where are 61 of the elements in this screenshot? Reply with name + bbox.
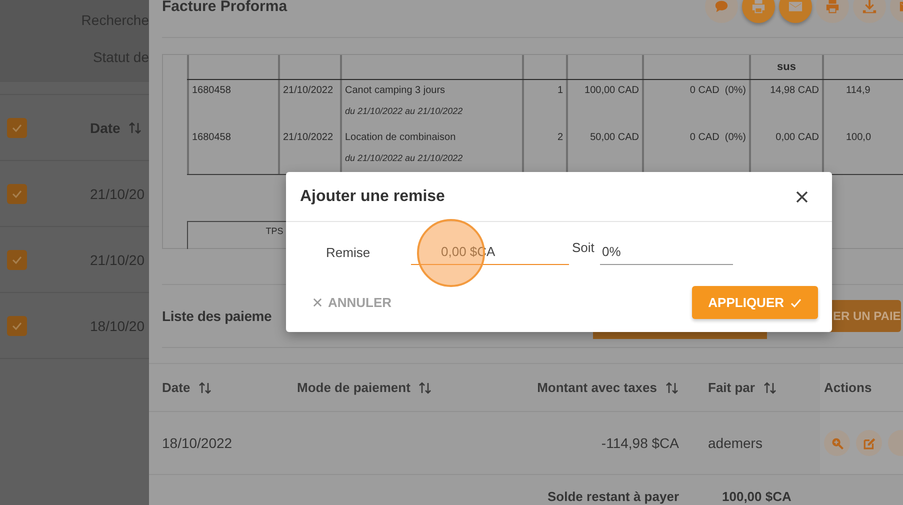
- table-cell: Canot camping 3 jours: [345, 85, 446, 96]
- column-header[interactable]: Fait par: [708, 380, 755, 395]
- close-icon: [313, 298, 322, 307]
- zoom-in-icon: [830, 436, 844, 450]
- period-text: du 21/10/2022 au 21/10/2022: [345, 153, 463, 163]
- check-icon: [11, 188, 23, 200]
- column-header: sus: [777, 61, 796, 73]
- table-cell: 114,9: [846, 85, 870, 96]
- check-icon: [11, 122, 23, 134]
- column-header: Actions: [824, 380, 872, 395]
- cancel-button[interactable]: ANNULER: [313, 295, 392, 310]
- sort-icon[interactable]: [762, 380, 777, 394]
- table-cell: 21/10/2022: [283, 85, 334, 96]
- table-cell: 1680458: [192, 85, 231, 96]
- sort-icon[interactable]: [198, 380, 212, 394]
- checkbox[interactable]: [7, 184, 27, 204]
- table-cell: 2: [557, 132, 563, 143]
- dialog-title: Ajouter une remise: [300, 188, 445, 206]
- table-cell: 0 CAD (0%): [690, 132, 746, 143]
- check-icon: [11, 320, 23, 332]
- column-header[interactable]: Montant avec taxes: [537, 380, 657, 395]
- edit-button[interactable]: [856, 430, 882, 456]
- table-cell: 100,0: [846, 132, 872, 143]
- table-cell: 100,00 CAD: [584, 85, 639, 96]
- field-label: Soit: [572, 240, 596, 254]
- table-cell: 14,98 CAD: [770, 85, 819, 96]
- balance-value: 100,00 $CA: [722, 489, 792, 504]
- checkbox[interactable]: [7, 118, 27, 138]
- checkbox[interactable]: [7, 316, 27, 336]
- balance-label: Solde restant à payer: [548, 489, 679, 504]
- period-text: du 21/10/2022 au 21/10/2022: [345, 106, 463, 116]
- table-cell: ademers: [708, 435, 762, 451]
- apply-button[interactable]: APPLIQUER: [692, 286, 818, 319]
- column-header[interactable]: Date: [162, 380, 190, 395]
- panel-title: Facture Proforma: [162, 0, 288, 14]
- table-cell: 0 CAD (0%): [690, 85, 746, 96]
- section-title: Liste des paieme: [162, 308, 272, 324]
- check-icon: [11, 254, 23, 266]
- download-icon: [862, 0, 877, 14]
- zoom-in-button[interactable]: [824, 430, 850, 456]
- sort-icon[interactable]: [665, 380, 679, 394]
- table-cell: 50,00 CAD: [590, 132, 639, 143]
- table-cell: 1: [557, 85, 563, 96]
- edit-icon: [862, 436, 876, 450]
- table-cell: -114,98 $CA: [601, 435, 679, 451]
- envelope-icon: [788, 0, 803, 14]
- table-cell: 18/10/2022: [162, 435, 232, 451]
- table-cell: 21/10/2022: [283, 132, 334, 143]
- input-field[interactable]: 0%: [600, 240, 733, 264]
- table-cell: 1680458: [192, 132, 231, 143]
- check-icon: [790, 296, 802, 308]
- printer-icon: [751, 0, 766, 14]
- checkbox[interactable]: [7, 250, 27, 270]
- table-cell: 0,00 CAD: [776, 132, 819, 143]
- column-header[interactable]: Mode de paiement: [297, 380, 410, 395]
- close-icon[interactable]: [796, 190, 808, 202]
- sort-icon[interactable]: [128, 120, 142, 134]
- table-cell: Location de combinaison: [345, 132, 456, 143]
- sort-icon[interactable]: [418, 380, 432, 394]
- printer-icon: [825, 0, 840, 14]
- chat-bubble-icon: [714, 0, 729, 14]
